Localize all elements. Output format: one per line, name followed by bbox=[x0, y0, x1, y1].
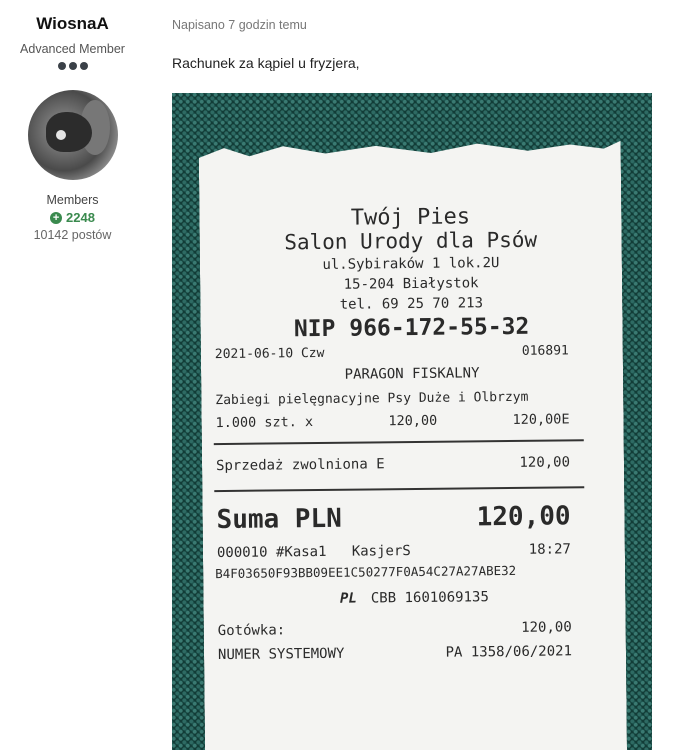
receipt-time: 18:27 bbox=[528, 541, 571, 558]
receipt-photo[interactable]: Twój Pies Salon Urody dla Psów ul.Sybira… bbox=[172, 93, 652, 750]
receipt-payment-label: Gotówka: bbox=[217, 622, 286, 640]
receipt-item-price: 120,00 bbox=[388, 412, 438, 430]
receipt-nip: NIP 966-172-55-32 bbox=[293, 313, 530, 343]
post-text: Rachunek za kąpiel u fryzjera, bbox=[172, 55, 360, 71]
receipt-store-subtitle: Salon Urody dla Psów bbox=[284, 227, 538, 255]
receipt-address-street: ul.Sybiraków 1 lok.2U bbox=[322, 255, 500, 273]
rank-pips bbox=[0, 62, 145, 70]
reputation-value: 2248 bbox=[66, 210, 95, 225]
post-body: Napisano 7 godzin temu Rachunek za kąpie… bbox=[172, 0, 662, 71]
fiscal-logo-icon: PL bbox=[339, 590, 357, 607]
receipt-sum-label: Suma PLN bbox=[216, 503, 342, 536]
receipt-date: 2021-06-10 Czw bbox=[214, 345, 325, 363]
receipt-address-city: 15-204 Białystok bbox=[343, 275, 479, 293]
receipt-system-label: NUMER SYSTEMOWY bbox=[217, 645, 345, 664]
reputation-badge: + 2248 bbox=[0, 210, 145, 225]
receipt-paper: Twój Pies Salon Urody dla Psów ul.Sybira… bbox=[199, 141, 628, 750]
receipt-system-value: PA 1358/06/2021 bbox=[445, 643, 573, 661]
post-timestamp[interactable]: Napisano 7 godzin temu bbox=[172, 18, 662, 32]
receipt-system-row: NUMER SYSTEMOWY PA 1358/06/2021 bbox=[218, 643, 612, 663]
receipt-sum-row: Suma PLN 120,00 bbox=[216, 501, 610, 535]
author-name[interactable]: WiosnaA bbox=[0, 14, 145, 34]
receipt-device-row: PL CBB 1601069135 bbox=[203, 588, 625, 608]
receipt-hash: B4F03650F93BB09EE1C50277F0A54C27A27ABE32 bbox=[215, 562, 517, 582]
receipt-item-row: 1.000 szt. x 120,00 120,00E bbox=[215, 411, 609, 431]
receipt-date-row: 2021-06-10 Czw 016891 bbox=[215, 343, 609, 362]
receipt-payment-row: Gotówka: 120,00 bbox=[218, 619, 612, 639]
receipt-item-name: Zabiegi pielęgnacyjne Psy Duże i Olbrzym bbox=[215, 389, 529, 409]
receipt-doc-type: PARAGON FISKALNY bbox=[344, 365, 480, 383]
author-panel: WiosnaA Advanced Member Members + 2248 1… bbox=[0, 0, 145, 242]
receipt-payment-value: 120,00 bbox=[521, 619, 572, 636]
rank-pip-icon bbox=[68, 62, 77, 70]
receipt-register: 000010 #Kasa1 KasjerS bbox=[216, 543, 411, 562]
receipt-phone: tel. 69 25 70 213 bbox=[339, 295, 484, 313]
receipt-register-row: 000010 #Kasa1 KasjerS 18:27 bbox=[217, 541, 611, 561]
receipt-divider bbox=[214, 439, 584, 445]
receipt-exempt-row: Sprzedaż zwolniona E 120,00 bbox=[216, 454, 610, 474]
avatar-shape bbox=[55, 130, 66, 140]
rank-pip-icon bbox=[79, 62, 88, 70]
receipt-device: CBB 1601069135 bbox=[370, 589, 489, 607]
plus-circle-icon: + bbox=[50, 211, 63, 224]
receipt-divider bbox=[214, 486, 584, 492]
author-rank: Advanced Member bbox=[20, 42, 125, 56]
rank-pip-icon bbox=[57, 62, 66, 70]
receipt-item-total: 120,00E bbox=[512, 411, 570, 428]
receipt-exempt-value: 120,00 bbox=[519, 454, 571, 471]
receipt-item-qty: 1.000 szt. x bbox=[215, 414, 314, 432]
author-post-count: 10142 postów bbox=[33, 228, 112, 242]
receipt-doc-number: 016891 bbox=[521, 343, 569, 359]
receipt-exempt-label: Sprzedaż zwolniona E bbox=[215, 456, 385, 475]
author-group: Members bbox=[46, 193, 99, 207]
avatar-shape bbox=[45, 112, 92, 152]
receipt-sum-value: 120,00 bbox=[476, 501, 571, 533]
avatar[interactable] bbox=[27, 90, 118, 180]
